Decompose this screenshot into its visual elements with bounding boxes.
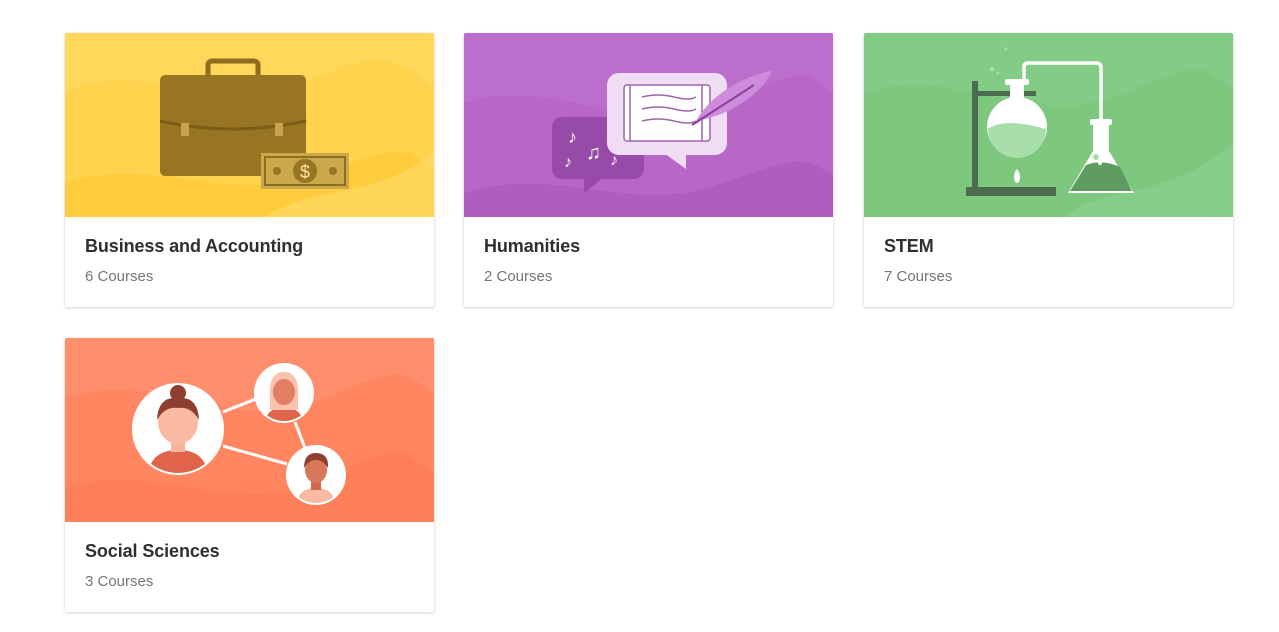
music-note-icon: ♪	[564, 154, 572, 171]
category-grid: $ Business and Accounting 6 Courses ♪ ♪ …	[0, 0, 1279, 632]
briefcase-money-icon: $	[65, 33, 434, 217]
category-card-social[interactable]: Social Sciences 3 Courses	[65, 338, 434, 612]
category-course-count: 6 Courses	[85, 268, 154, 285]
category-banner-social	[65, 338, 434, 522]
category-banner-stem	[864, 33, 1233, 217]
category-title: Business and Accounting	[85, 236, 304, 256]
category-course-count: 7 Courses	[884, 268, 953, 285]
category-banner-business: $	[65, 33, 434, 217]
category-title: STEM	[884, 236, 934, 256]
speech-bubbles-quill-icon: ♪ ♪ ♫ ♪	[464, 33, 833, 217]
dollar-symbol: $	[300, 162, 310, 182]
category-course-count: 2 Courses	[484, 268, 553, 285]
category-title: Social Sciences	[85, 541, 220, 561]
music-note-icon: ♫	[586, 142, 601, 164]
chemistry-flask-icon	[864, 33, 1233, 217]
category-card-stem[interactable]: STEM 7 Courses	[864, 33, 1233, 307]
category-title: Humanities	[484, 236, 581, 256]
category-card-humanities[interactable]: ♪ ♪ ♫ ♪ Humanities 2 Courses	[464, 33, 833, 307]
category-banner-humanities: ♪ ♪ ♫ ♪	[464, 33, 833, 217]
people-network-icon	[65, 338, 434, 522]
category-card-business[interactable]: $ Business and Accounting 6 Courses	[65, 33, 434, 307]
category-course-count: 3 Courses	[85, 573, 154, 590]
music-note-icon: ♪	[568, 127, 577, 147]
